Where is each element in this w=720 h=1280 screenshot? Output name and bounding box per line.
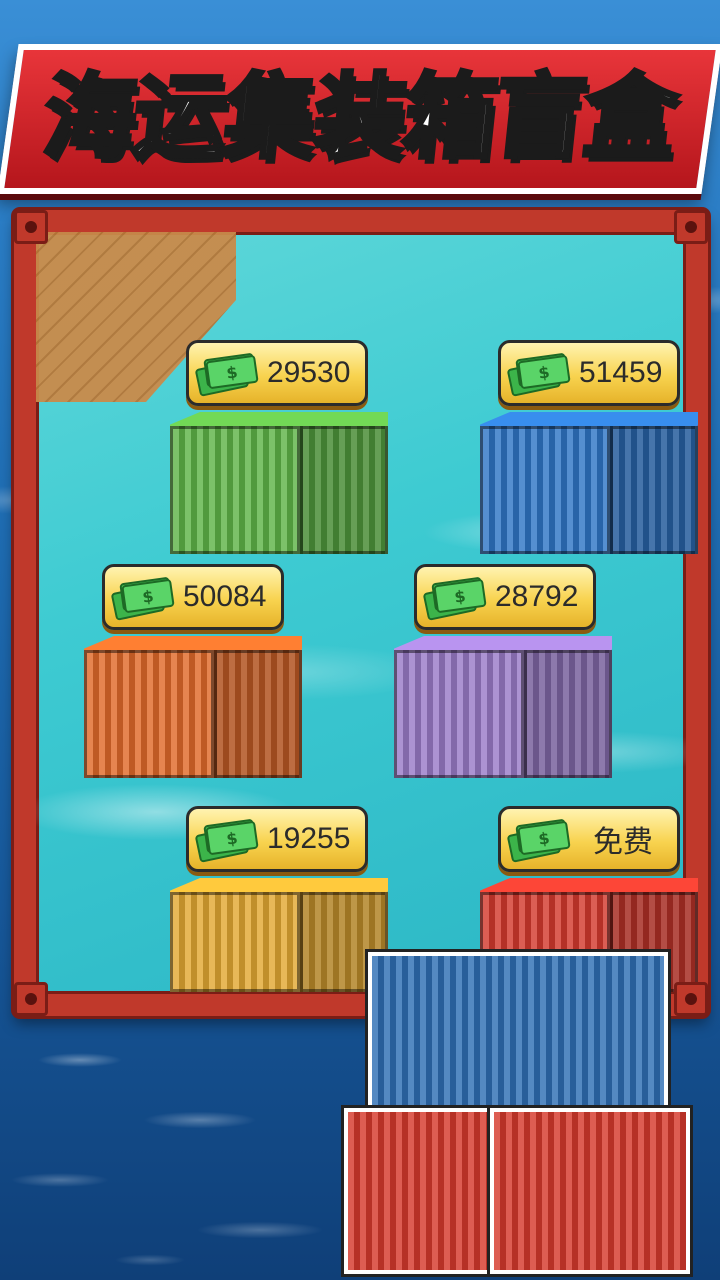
stack-blue-container [368,952,668,1112]
cash-icon: $ [506,818,571,863]
container-stack-decoration [340,940,700,1280]
container-blue[interactable] [480,412,698,572]
cash-icon: $ [194,352,259,397]
price-label-yellow: 19255 [267,822,351,855]
price-label-orange: 50084 [183,580,267,613]
cash-icon: $ [110,576,175,621]
container-purple[interactable] [394,636,612,796]
price-badge-red[interactable]: $ 免费 [498,806,680,872]
cash-icon: $ [506,352,571,397]
price-label-green: 29530 [267,356,351,389]
game-title: 海运集装箱盲盒 [37,62,682,173]
price-label-blue: 51459 [579,356,663,389]
container-yard-frame: $ 29530 $ 51459 $ 50084 $ 28792 $ 19255 [14,210,708,1016]
title-banner: 海运集装箱盲盒 [0,14,720,204]
cash-icon: $ [194,818,259,863]
price-badge-green[interactable]: $ 29530 [186,340,368,406]
price-label-purple: 28792 [495,580,579,613]
price-badge-purple[interactable]: $ 28792 [414,564,596,630]
price-badge-orange[interactable]: $ 50084 [102,564,284,630]
stack-red-container-right [490,1108,690,1274]
price-badge-blue[interactable]: $ 51459 [498,340,680,406]
cash-icon: $ [422,576,487,621]
container-orange[interactable] [84,636,302,796]
corner-bolt [674,210,708,244]
price-label-red: 免费 [593,826,653,859]
container-green[interactable] [170,412,388,572]
stack-red-container-left [344,1108,504,1274]
price-badge-yellow[interactable]: $ 19255 [186,806,368,872]
corner-bolt [14,982,48,1016]
corner-bolt [14,210,48,244]
